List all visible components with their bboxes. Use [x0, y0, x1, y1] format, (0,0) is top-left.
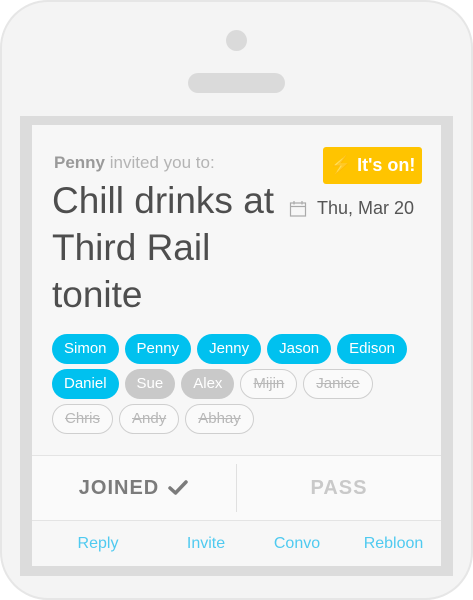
pass-button-label: PASS	[310, 476, 368, 499]
inviter-line: Penny invited you to:	[54, 153, 215, 173]
footer-links: Reply Invite Convo Rebloon	[32, 521, 441, 566]
attendee-tag-joined[interactable]: Edison	[337, 334, 408, 364]
invited-text: invited you to:	[109, 153, 215, 172]
joined-button-label: JOINED	[78, 476, 160, 499]
convo-link[interactable]: Convo	[248, 535, 346, 553]
inviter-name: Penny	[54, 153, 106, 172]
response-bar: JOINED PASS	[32, 455, 441, 521]
event-date-label: Thu, Mar 20	[317, 198, 415, 218]
attendee-tag-passed[interactable]: Janice	[303, 369, 373, 399]
attendee-tag-joined[interactable]: Simon	[52, 334, 119, 364]
event-date: Thu, Mar 20	[289, 198, 414, 219]
attendee-tag-passed[interactable]: Andy	[119, 404, 180, 434]
attendee-tag-pending[interactable]: Sue	[124, 369, 176, 399]
pass-button[interactable]: PASS	[237, 456, 441, 520]
reply-link[interactable]: Reply	[32, 535, 164, 553]
checkmark-icon	[168, 480, 188, 495]
lightning-icon: ⚡	[329, 155, 353, 175]
rebloon-link[interactable]: Rebloon	[346, 535, 441, 553]
attendee-tag-passed[interactable]: Mijin	[240, 369, 298, 399]
invite-link[interactable]: Invite	[164, 535, 248, 553]
attendee-tag-joined[interactable]: Daniel	[52, 369, 119, 399]
status-badge: ⚡ It's on!	[323, 147, 422, 184]
attendee-tag-passed[interactable]: Abhay	[185, 404, 254, 434]
attendee-tag-joined[interactable]: Penny	[124, 334, 192, 364]
attendee-tag-joined[interactable]: Jenny	[197, 334, 262, 364]
attendee-tag-pending[interactable]: Alex	[181, 369, 235, 399]
invite-card: Penny invited you to: ⚡ It's on! Chill d…	[32, 125, 441, 566]
attendee-tags: Simon Penny Jenny Jason Edison Daniel Su…	[52, 334, 432, 439]
speaker	[188, 73, 285, 93]
status-badge-label: It's on!	[357, 155, 416, 175]
attendee-row: Chris Andy Abhay	[52, 404, 432, 434]
calendar-icon	[289, 200, 307, 217]
attendee-row: Simon Penny Jenny Jason Edison	[52, 334, 432, 364]
camera	[226, 30, 247, 51]
attendee-row: Daniel Sue Alex Mijin Janice	[52, 369, 432, 399]
event-title: Chill drinks at Third Rail tonite	[52, 180, 275, 315]
joined-button[interactable]: JOINED	[32, 456, 236, 520]
attendee-tag-joined[interactable]: Jason	[267, 334, 332, 364]
attendee-tag-passed[interactable]: Chris	[52, 404, 114, 434]
